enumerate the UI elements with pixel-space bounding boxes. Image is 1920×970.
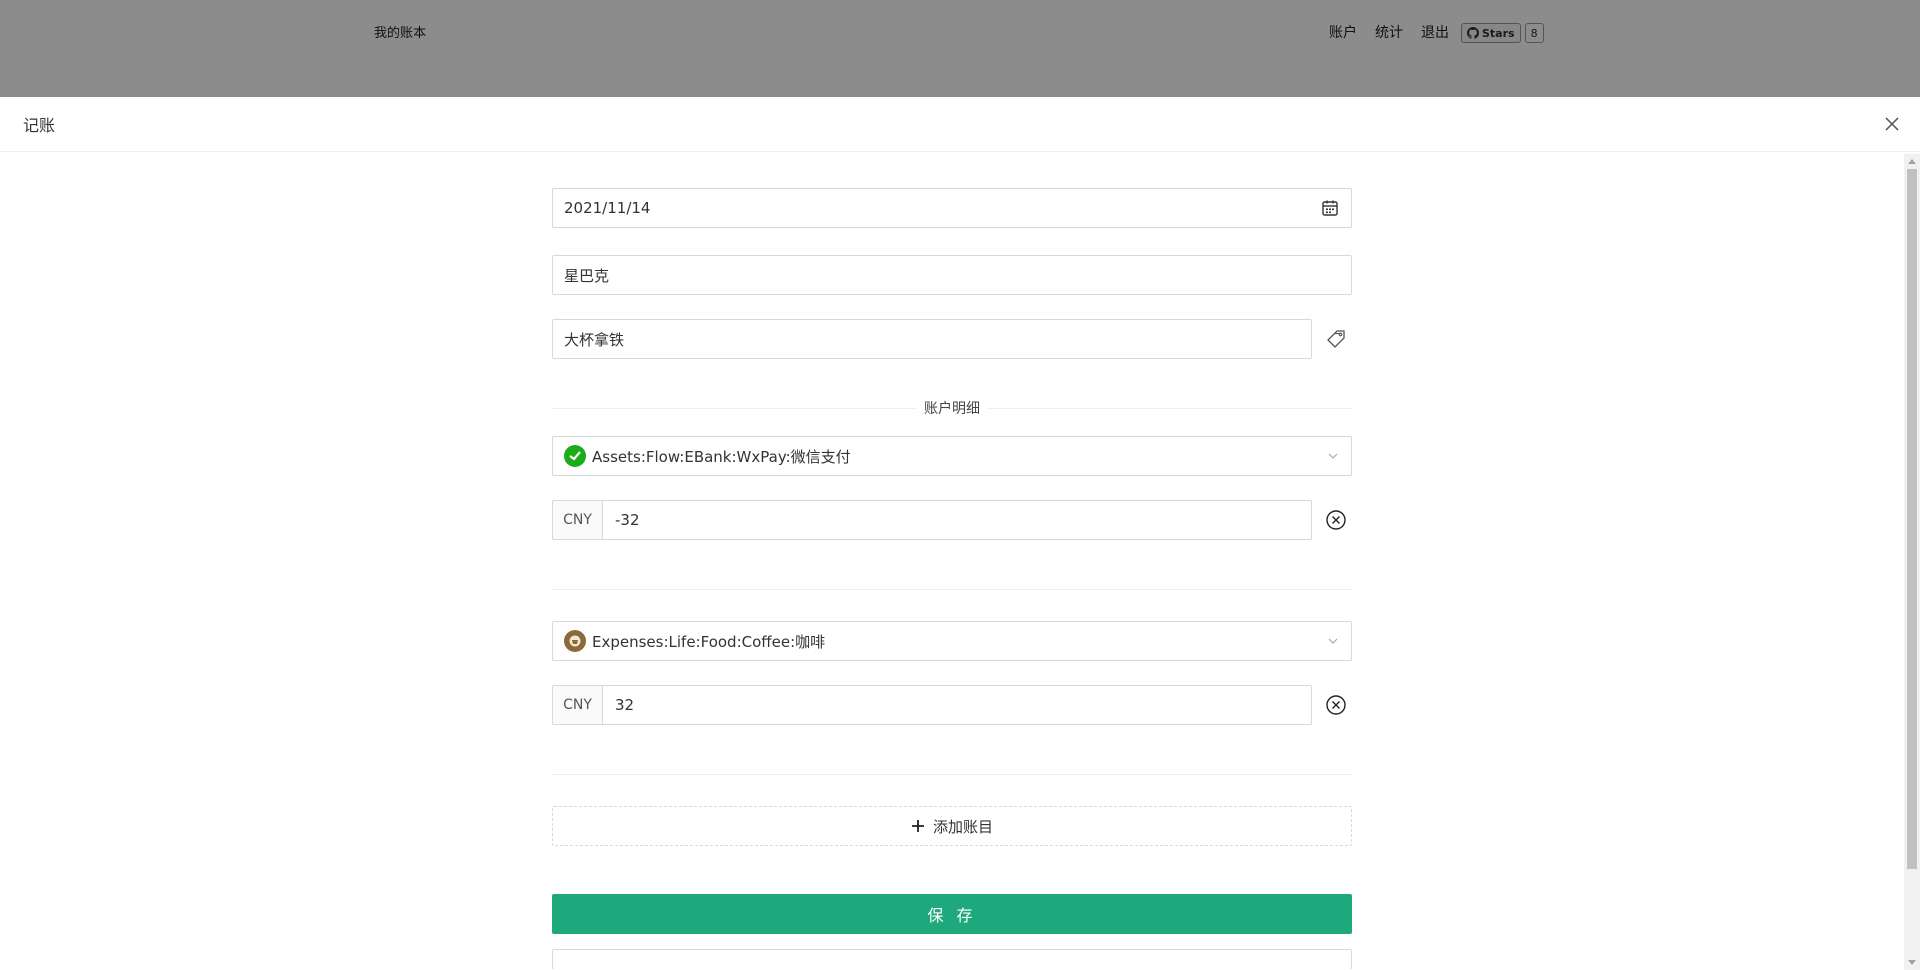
plus-icon: [911, 820, 924, 832]
chevron-down-icon: [1326, 634, 1340, 648]
account-select-1[interactable]: Assets:Flow:EBank:WxPay:微信支付: [552, 436, 1352, 476]
account-name-2: Expenses:Life:Food:Coffee:咖啡: [592, 632, 826, 651]
tag-button[interactable]: [1322, 325, 1350, 353]
wechat-pay-icon: [564, 445, 586, 467]
calendar-icon[interactable]: [1320, 198, 1340, 218]
currency-label-2: CNY: [552, 685, 602, 725]
amount-input-2[interactable]: 32: [602, 685, 1312, 725]
modal-mask[interactable]: [0, 0, 1920, 97]
remove-entry-button-1[interactable]: [1322, 506, 1350, 534]
amount-input-1[interactable]: -32: [602, 500, 1312, 540]
remove-entry-button-2[interactable]: [1322, 691, 1350, 719]
save-button[interactable]: 保 存: [552, 894, 1352, 934]
account-name-1: Assets:Flow:EBank:WxPay:微信支付: [592, 447, 851, 466]
account-details-label: 账户明细: [924, 401, 980, 417]
entry-separator-1: [552, 589, 1352, 590]
chevron-down-icon: [1326, 449, 1340, 463]
date-value: 2021/11/14: [564, 199, 651, 217]
close-button[interactable]: [1880, 112, 1904, 136]
narration-input[interactable]: 大杯拿铁: [552, 319, 1312, 359]
tag-icon: [1327, 330, 1345, 348]
currency-label-1: CNY: [552, 500, 602, 540]
entry-separator-2: [552, 774, 1352, 775]
close-circle-icon: [1326, 695, 1346, 715]
payee-value: 星巴克: [564, 266, 610, 285]
close-circle-icon: [1326, 510, 1346, 530]
drawer-title: 记账: [23, 116, 56, 135]
record-drawer: 记账 2021/11/14 星巴克 大杯拿铁 账户明细 Assets:Flow:…: [0, 97, 1920, 970]
add-entry-label: 添加账目: [932, 817, 993, 836]
coffee-icon: [564, 630, 586, 652]
amount-row-1: CNY -32: [552, 500, 1312, 540]
date-picker[interactable]: 2021/11/14: [552, 188, 1352, 228]
drawer-header: 记账: [0, 97, 1920, 152]
payee-input[interactable]: 星巴克: [552, 255, 1352, 295]
next-section-box: [552, 949, 1352, 969]
drawer-body: 2021/11/14 星巴克 大杯拿铁 账户明细 Assets:Flow:EBa…: [0, 153, 1920, 969]
account-select-2[interactable]: Expenses:Life:Food:Coffee:咖啡: [552, 621, 1352, 661]
narration-value: 大杯拿铁: [564, 330, 625, 349]
add-entry-button[interactable]: 添加账目: [552, 806, 1352, 846]
amount-row-2: CNY 32: [552, 685, 1312, 725]
close-icon: [1885, 117, 1899, 131]
account-details-divider: 账户明细: [552, 398, 1352, 418]
